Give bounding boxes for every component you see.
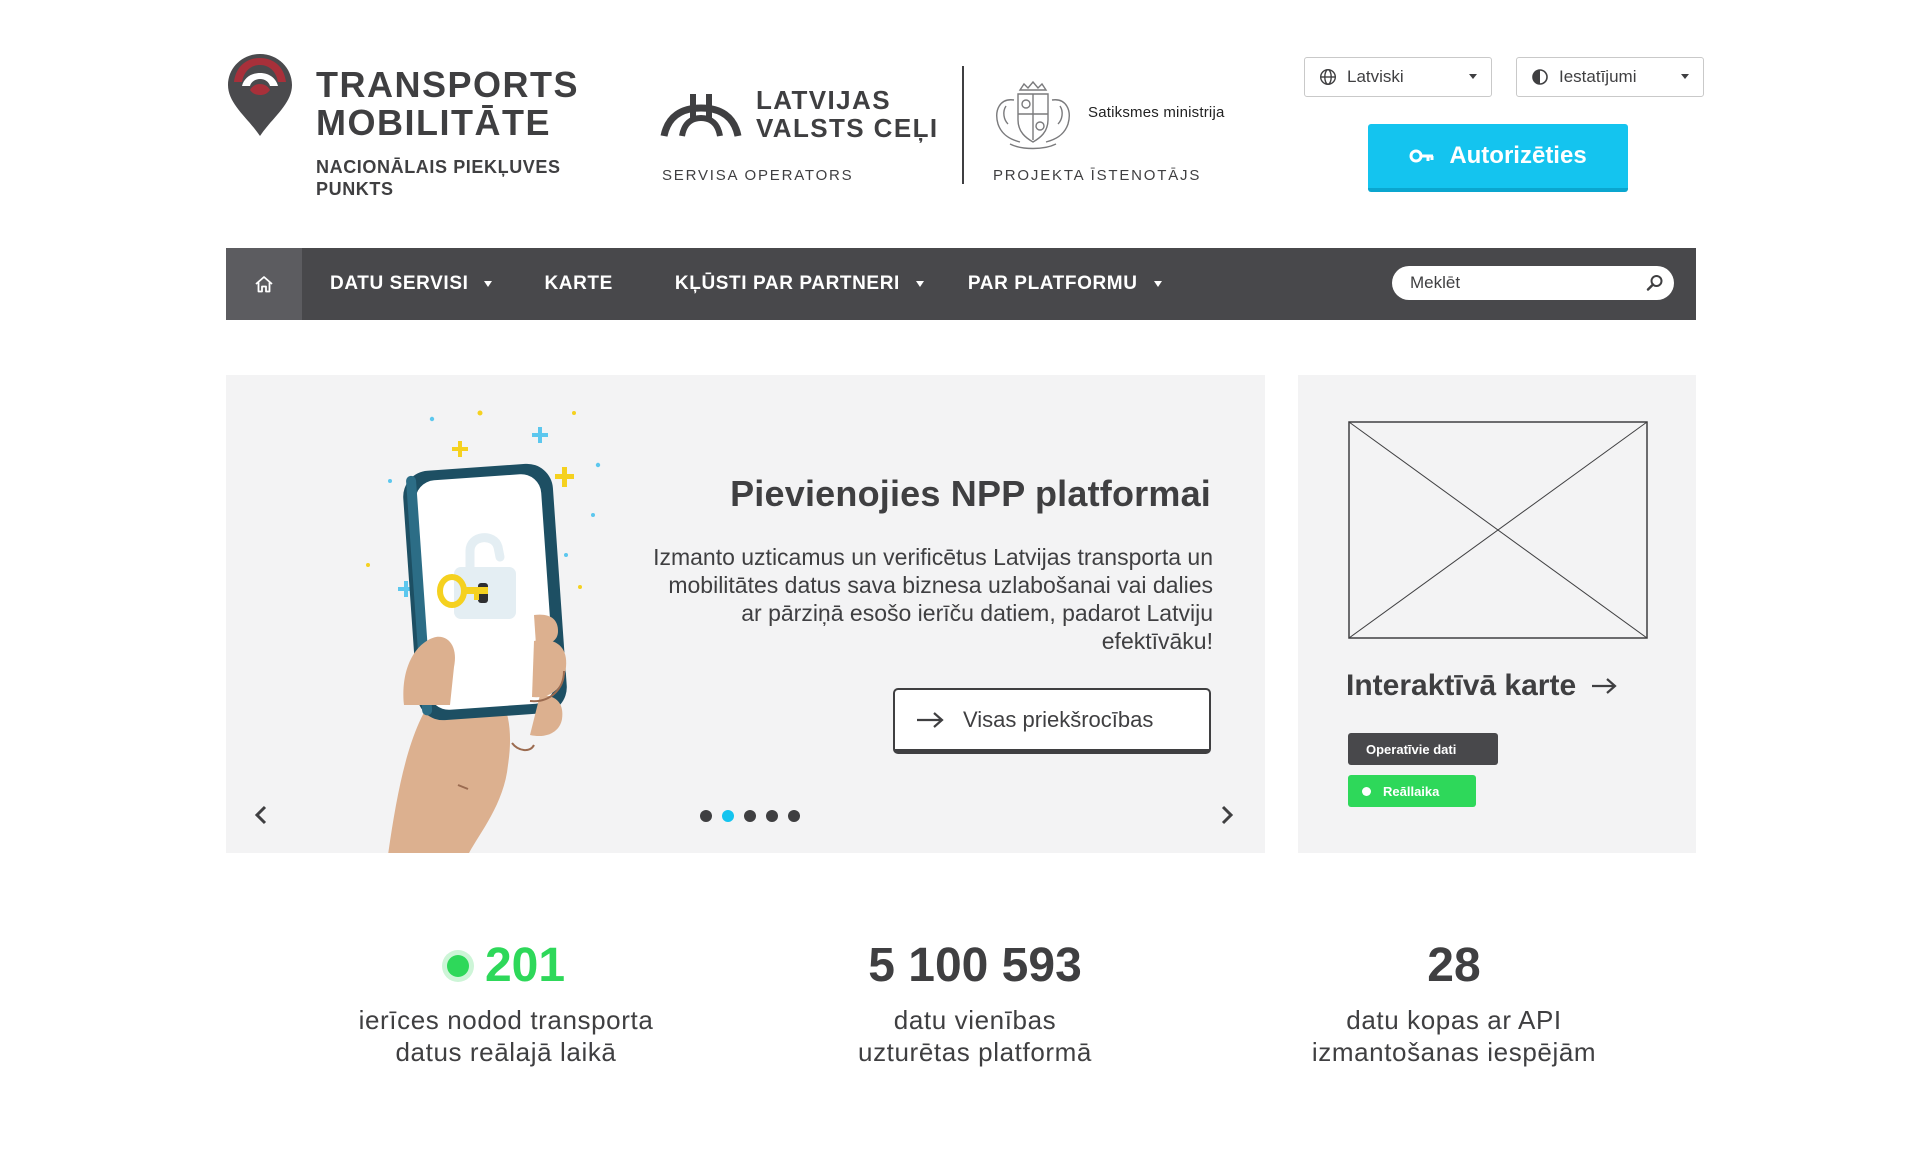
stat-data-units: 5 100 593 datu vienības uzturētas platfo… <box>765 938 1185 1068</box>
all-benefits-button-label: Visas priekšrocības <box>963 706 1154 732</box>
operator-name-line1: LATVIJAS <box>756 85 891 115</box>
implementer-caption: PROJEKTA ĪSTENOTĀJS <box>993 167 1202 184</box>
operator-name: LATVIJAS VALSTS CEĻI <box>756 86 938 142</box>
hero-description: Izmanto uzticamus un verificētus Latvija… <box>653 544 1213 654</box>
search-input[interactable] <box>1410 273 1636 293</box>
hero-title: Pievienojies NPP platformai <box>730 473 1211 514</box>
nav-item-label: KĻŪSTI PAR PARTNERI <box>674 273 900 294</box>
carousel-dot[interactable] <box>766 810 778 822</box>
search-box <box>1392 266 1674 300</box>
language-select[interactable]: Latviski <box>1304 57 1492 97</box>
carousel-dot[interactable] <box>788 810 800 822</box>
all-benefits-button[interactable]: Visas priekšrocības <box>893 688 1211 754</box>
stat-label-line2: datus reālajā laikā <box>395 1037 617 1067</box>
coat-of-arms-icon <box>996 80 1070 150</box>
carousel-dot[interactable] <box>700 810 712 822</box>
nav-item-data-services[interactable]: DATU SERVISI <box>330 248 493 320</box>
carousel-dot-active[interactable] <box>722 810 734 822</box>
arrow-right-icon <box>1592 678 1617 694</box>
stat-value: 28 <box>1244 938 1664 994</box>
stat-label-line1: datu kopas ar API <box>1346 1005 1562 1035</box>
brand-logo[interactable]: TRANSPORTS MOBILITĀTE NACIONĀLAIS PIEKĻU… <box>226 52 606 212</box>
nav-item-label: PAR PLATFORMU <box>967 273 1138 294</box>
stat-label-line1: datu vienības <box>893 1005 1057 1035</box>
nav-item-label: DATU SERVISI <box>330 273 469 294</box>
key-icon <box>1409 149 1434 163</box>
operational-data-badge: Operatīvie dati <box>1348 733 1498 765</box>
main-navigation: DATU SERVISI KARTE KĻŪSTI PAR PARTNERI P… <box>226 248 1696 320</box>
chevron-left-icon[interactable] <box>254 805 268 825</box>
brand-subtitle-line1: NACIONĀLAIS PIEKĻUVES <box>316 157 561 177</box>
brand-title-line1: TRANSPORTS <box>316 64 580 105</box>
stat-label: datu kopas ar API izmantošanas iespējām <box>1244 1004 1664 1068</box>
language-select-value: Latviski <box>1347 67 1404 86</box>
settings-select-value: Iestatījumi <box>1559 67 1637 86</box>
globe-icon <box>1319 68 1337 86</box>
chevron-down-icon <box>1153 281 1162 287</box>
nav-item-label: KARTE <box>544 273 613 294</box>
arrow-right-icon <box>917 711 944 728</box>
brand-title-line2: MOBILITĀTE <box>316 102 551 143</box>
realtime-badge: Reāllaika <box>1348 775 1476 807</box>
interactive-map-card[interactable]: Interaktīvā karte Operatīvie dati Reālla… <box>1298 375 1696 853</box>
brand-subtitle: NACIONĀLAIS PIEKĻUVES PUNKTS <box>316 156 561 200</box>
nav-item-about-platform[interactable]: PAR PLATFORMU <box>968 248 1162 320</box>
login-button-label: Autorizēties <box>1449 142 1587 169</box>
header-divider <box>962 66 964 184</box>
chevron-down-icon <box>484 281 493 287</box>
hero-carousel: Pievienojies NPP platformai Izmanto uzti… <box>226 375 1265 853</box>
stat-value: 5 100 593 <box>765 938 1185 994</box>
image-placeholder <box>1348 421 1648 639</box>
nav-item-become-partner[interactable]: KĻŪSTI PAR PARTNERI <box>675 248 924 320</box>
stat-devices: 201 ierīces nodod transporta datus reāla… <box>296 938 716 1068</box>
home-icon <box>255 276 273 293</box>
login-button[interactable]: Autorizēties <box>1368 124 1628 192</box>
stat-label-line2: izmantošanas iespējām <box>1311 1037 1597 1067</box>
operator-name-line2: VALSTS CEĻI <box>756 113 939 143</box>
stat-number: 5 100 593 <box>868 939 1082 992</box>
stat-number: 201 <box>484 939 566 992</box>
interactive-map-title: Interaktīvā karte <box>1346 669 1577 702</box>
implementer-name: Satiksmes ministrija <box>1088 104 1225 121</box>
stat-label: ierīces nodod transporta datus reālajā l… <box>296 1004 716 1068</box>
road-bridge-icon <box>660 94 742 137</box>
stat-label-line1: ierīces nodod transporta <box>358 1005 654 1035</box>
chevron-down-icon <box>915 281 924 287</box>
chevron-down-icon <box>1469 74 1477 79</box>
live-dot-icon <box>1362 786 1371 796</box>
live-indicator-icon <box>446 955 469 977</box>
chevron-right-icon[interactable] <box>1220 805 1234 825</box>
interactive-map-link[interactable]: Interaktīvā karte <box>1346 669 1618 703</box>
settings-select[interactable]: Iestatījumi <box>1516 57 1704 97</box>
carousel-dot[interactable] <box>744 810 756 822</box>
contrast-icon <box>1531 68 1549 86</box>
chevron-down-icon <box>1681 74 1689 79</box>
stat-label: datu vienības uzturētas platformā <box>765 1004 1185 1068</box>
nav-item-map[interactable]: KARTE <box>544 248 612 320</box>
stat-value: 201 <box>296 938 716 994</box>
stat-label-line2: uzturētas platformā <box>858 1037 1092 1067</box>
nav-home[interactable] <box>226 248 302 320</box>
operational-data-badge-label: Operatīvie dati <box>1366 741 1457 757</box>
search-icon[interactable] <box>1646 274 1664 292</box>
operator-caption: SERVISA OPERATORS <box>662 167 854 184</box>
stat-number: 28 <box>1427 939 1481 992</box>
phone-unlock-illustration <box>366 410 601 853</box>
location-pin-icon <box>228 54 292 136</box>
brand-title: TRANSPORTS MOBILITĀTE <box>316 66 579 142</box>
brand-subtitle-line2: PUNKTS <box>316 179 394 199</box>
carousel-dots <box>700 810 800 822</box>
stat-api-datasets: 28 datu kopas ar API izmantošanas iespēj… <box>1244 938 1664 1068</box>
realtime-badge-label: Reāllaika <box>1383 783 1440 799</box>
